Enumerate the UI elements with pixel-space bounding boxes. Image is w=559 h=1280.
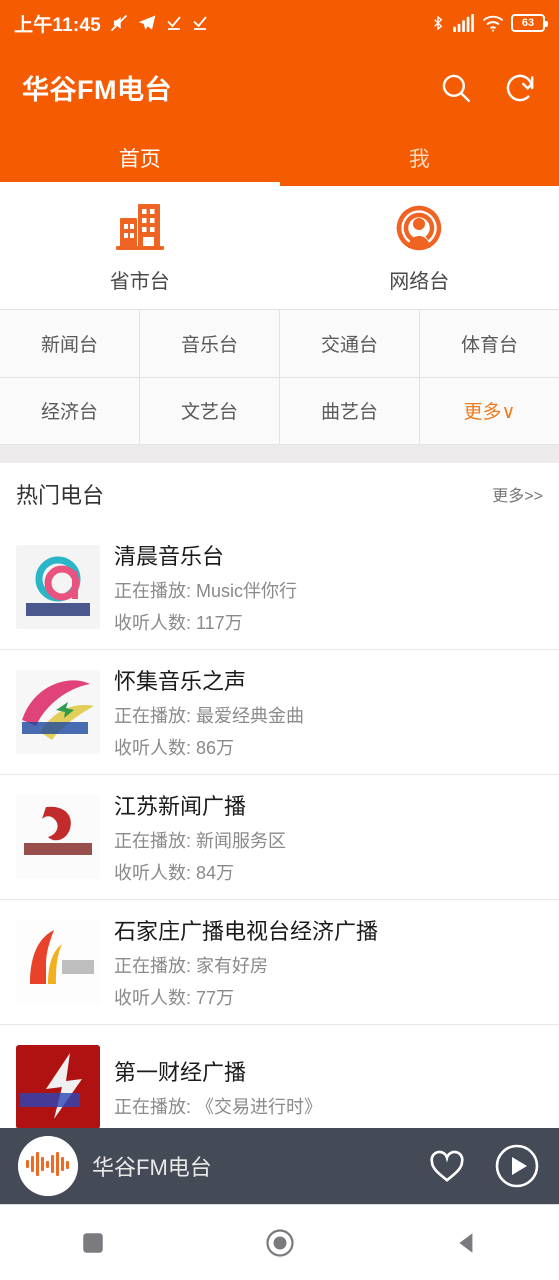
station-now-playing: 正在播放: 《交易进行时》 bbox=[114, 1097, 323, 1117]
category-more[interactable]: 更多∨ bbox=[420, 377, 559, 444]
square-recents-icon[interactable] bbox=[80, 1230, 106, 1256]
mute-icon bbox=[109, 13, 129, 33]
category-label: 经济台 bbox=[40, 402, 98, 424]
page-title: 华谷FM电台 bbox=[22, 75, 172, 105]
category-label: 音乐台 bbox=[180, 334, 238, 356]
app-bar-actions bbox=[439, 71, 537, 105]
telegram-icon bbox=[137, 13, 157, 33]
status-bar-right: 63 bbox=[430, 13, 548, 33]
category-grid: 新闻台 音乐台 交通台 体育台 经济台 文艺台 曲艺台 更多∨ bbox=[0, 309, 559, 445]
station-name: 第一财经广播 bbox=[114, 1060, 247, 1085]
station-name: 清晨音乐台 bbox=[114, 544, 225, 569]
hot-stations-header: 热门电台 更多>> bbox=[0, 463, 559, 525]
status-time: 上午11:45 bbox=[14, 14, 101, 36]
station-now-playing: 正在播放: 家有好房 bbox=[114, 956, 269, 976]
bluetooth-icon bbox=[430, 13, 446, 33]
station-logo bbox=[16, 920, 100, 1004]
station-listeners: 收听人数: 84万 bbox=[114, 863, 235, 883]
category-arts[interactable]: 文艺台 bbox=[140, 377, 279, 444]
check-icon bbox=[191, 14, 209, 32]
player-title: 华谷FM电台 bbox=[92, 1155, 212, 1180]
tab-me[interactable]: 我 bbox=[280, 129, 559, 186]
station-name: 石家庄广播电视台经济广播 bbox=[114, 919, 379, 944]
system-nav-bar bbox=[0, 1204, 559, 1280]
battery-level: 63 bbox=[521, 17, 535, 29]
category-label: 新闻台 bbox=[40, 334, 98, 356]
section-divider bbox=[0, 445, 559, 463]
signal-icon bbox=[453, 14, 475, 32]
tab-home[interactable]: 首页 bbox=[0, 129, 280, 186]
circle-home-icon[interactable] bbox=[265, 1228, 295, 1258]
station-info: 第一财经广播 正在播放: 《交易进行时》 bbox=[114, 1055, 322, 1119]
search-icon[interactable] bbox=[439, 71, 473, 105]
station-listeners: 收听人数: 117万 bbox=[114, 613, 243, 633]
category-label: 交通台 bbox=[320, 334, 378, 356]
tab-home-label: 首页 bbox=[118, 147, 161, 171]
station-info: 石家庄广播电视台经济广播 正在播放: 家有好房 收听人数: 77万 bbox=[114, 914, 378, 1010]
heart-icon[interactable] bbox=[427, 1146, 467, 1186]
station-logo bbox=[16, 795, 100, 879]
list-item[interactable]: 江苏新闻广播 正在播放: 新闻服务区 收听人数: 84万 bbox=[0, 775, 559, 900]
station-now-playing: 正在播放: 新闻服务区 bbox=[114, 831, 287, 851]
tab-bar: 首页 我 bbox=[0, 129, 559, 186]
check-icon bbox=[165, 14, 183, 32]
station-logo bbox=[16, 1045, 100, 1129]
refresh-icon[interactable] bbox=[503, 71, 537, 105]
app-screen: 上午11:45 63 华谷FM电台 首页 我 省市台 网络台 新闻台 音乐台 交… bbox=[0, 0, 559, 1280]
section-more-link[interactable]: 更多>> bbox=[492, 482, 543, 506]
wifi-icon bbox=[482, 14, 504, 32]
station-info: 江苏新闻广播 正在播放: 新闻服务区 收听人数: 84万 bbox=[114, 789, 286, 885]
category-music[interactable]: 音乐台 bbox=[140, 310, 279, 377]
category-economy[interactable]: 经济台 bbox=[0, 377, 139, 444]
station-name: 江苏新闻广播 bbox=[114, 794, 247, 819]
buildings-icon bbox=[112, 202, 168, 254]
play-icon[interactable] bbox=[493, 1142, 541, 1190]
triangle-back-icon[interactable] bbox=[454, 1230, 480, 1256]
station-now-playing: 正在播放: Music伴你行 bbox=[114, 581, 298, 601]
station-now-playing: 正在播放: 最爱经典金曲 bbox=[114, 706, 305, 726]
mini-player[interactable]: FM_Radio 华谷FM电台 bbox=[0, 1128, 559, 1204]
shortcut-provincial-city[interactable]: 省市台 bbox=[0, 186, 280, 309]
player-logo: FM_Radio bbox=[18, 1136, 78, 1196]
category-label: 体育台 bbox=[460, 334, 518, 356]
station-logo bbox=[16, 670, 100, 754]
station-logo bbox=[16, 545, 100, 629]
station-listeners: 收听人数: 86万 bbox=[114, 738, 235, 758]
category-label: 文艺台 bbox=[180, 402, 238, 424]
shortcut-row: 省市台 网络台 bbox=[0, 186, 559, 309]
category-label: 曲艺台 bbox=[320, 402, 378, 424]
status-bar: 上午11:45 63 bbox=[0, 0, 559, 46]
category-more-label: 更多∨ bbox=[463, 402, 516, 424]
category-traffic[interactable]: 交通台 bbox=[280, 310, 419, 377]
list-item[interactable]: 怀集音乐之声 正在播放: 最爱经典金曲 收听人数: 86万 bbox=[0, 650, 559, 775]
shortcut-network[interactable]: 网络台 bbox=[280, 186, 559, 309]
category-sports[interactable]: 体育台 bbox=[420, 310, 559, 377]
svg-text:FM_Radio: FM_Radio bbox=[33, 1185, 64, 1193]
broadcast-person-icon bbox=[392, 202, 446, 254]
shortcut-network-label: 网络台 bbox=[389, 270, 450, 293]
shortcut-provincial-city-label: 省市台 bbox=[109, 270, 170, 293]
list-item[interactable]: 清晨音乐台 正在播放: Music伴你行 收听人数: 117万 bbox=[0, 525, 559, 650]
section-title: 热门电台 bbox=[16, 483, 105, 508]
station-info: 怀集音乐之声 正在播放: 最爱经典金曲 收听人数: 86万 bbox=[114, 664, 304, 760]
battery-icon: 63 bbox=[511, 14, 548, 32]
station-name: 怀集音乐之声 bbox=[114, 669, 247, 694]
app-bar: 华谷FM电台 bbox=[0, 46, 559, 129]
category-opera[interactable]: 曲艺台 bbox=[280, 377, 419, 444]
station-info: 清晨音乐台 正在播放: Music伴你行 收听人数: 117万 bbox=[114, 539, 297, 635]
station-listeners: 收听人数: 77万 bbox=[114, 988, 235, 1008]
status-bar-left: 上午11:45 bbox=[14, 10, 209, 37]
tab-me-label: 我 bbox=[408, 147, 430, 171]
category-news[interactable]: 新闻台 bbox=[0, 310, 139, 377]
player-actions bbox=[427, 1142, 541, 1190]
list-item[interactable]: 石家庄广播电视台经济广播 正在播放: 家有好房 收听人数: 77万 bbox=[0, 900, 559, 1025]
